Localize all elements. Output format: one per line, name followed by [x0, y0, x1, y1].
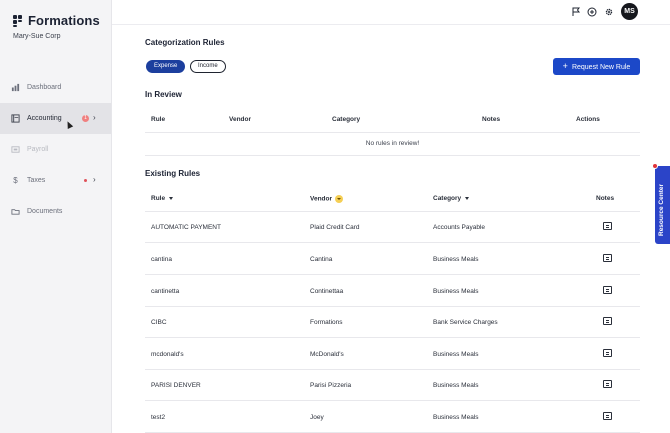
table-row[interactable]: mcdonald's McDonald's Business Meals [145, 339, 640, 370]
sidebar-item-label: Accounting [27, 115, 62, 122]
request-new-rule-label: Request New Rule [571, 64, 631, 71]
in-review-header: Rule Vendor Category Notes Actions [145, 116, 640, 126]
column-header: Notes [482, 116, 501, 123]
sidebar-item-label: Dashboard [27, 84, 62, 91]
column-header: Vendor [229, 116, 252, 123]
note-icon[interactable] [603, 286, 612, 294]
notification-dot [652, 163, 658, 169]
category-cell: Accounts Payable [433, 224, 486, 231]
sidebar-item-taxes[interactable]: $ Taxes › [0, 165, 111, 196]
table-row[interactable]: test2 Joey Business Meals [145, 402, 640, 433]
sidebar-nav: Dashboard Accounting 1 › Payroll $ Taxes… [0, 72, 111, 227]
sidebar-item-label: Payroll [27, 146, 49, 153]
sidebar: Formations Mary-Sue Corp Dashboard Accou… [0, 0, 112, 433]
column-header-notes: Notes [596, 195, 615, 202]
rule-cell: test2 [151, 414, 166, 421]
expense-filter-pill[interactable]: Expense [146, 60, 186, 73]
table-row[interactable]: AUTOMATIC PAYMENT Plaid Credit Card Acco… [145, 212, 640, 243]
gear-icon[interactable] [604, 7, 614, 17]
dollar-icon: $ [13, 176, 18, 185]
sort-arrow-icon [465, 196, 470, 200]
resource-center-label: Resource Center [658, 183, 665, 236]
ledger-icon [11, 114, 20, 123]
empty-state-text: No rules in review! [365, 140, 420, 147]
table-row[interactable]: cantinetta Continettaa Business Meals [145, 276, 640, 307]
rule-cell: CIBC [151, 319, 167, 326]
table-row[interactable]: CIBC Formations Bank Service Charges [145, 307, 640, 338]
table-row[interactable]: PARISI DENVER Parisi Pizzeria Business M… [145, 370, 640, 401]
note-icon[interactable] [603, 222, 612, 230]
chevron-right-icon: › [93, 175, 96, 184]
vendor-cell: Plaid Credit Card [310, 224, 360, 231]
column-header-category[interactable]: Category [433, 195, 470, 202]
rule-cell: mcdonald's [151, 351, 184, 358]
rule-cell: PARISI DENVER [151, 382, 201, 389]
alert-dot [84, 179, 87, 182]
chevron-right-icon: › [93, 113, 96, 122]
sidebar-item-dashboard[interactable]: Dashboard [0, 72, 111, 103]
plus-icon: + [562, 61, 568, 71]
column-header-vendor[interactable]: Vendor [310, 195, 344, 203]
vendor-cell: Continettaa [310, 288, 344, 295]
sidebar-item-label: Documents [27, 208, 63, 215]
category-cell: Business Meals [433, 382, 479, 389]
plus-circle-icon[interactable] [587, 7, 597, 17]
in-review-title: In Review [145, 90, 182, 99]
column-header-rule[interactable]: Rule [151, 195, 174, 202]
vendor-cell: McDonald's [310, 351, 344, 358]
categorization-title: Categorization Rules [145, 38, 225, 47]
note-icon[interactable] [603, 349, 612, 357]
logo[interactable]: Formations [13, 13, 100, 28]
existing-rules-title: Existing Rules [145, 169, 201, 178]
column-header: Rule [151, 116, 166, 123]
rule-cell: cantinetta [151, 288, 180, 295]
sidebar-item-accounting[interactable]: Accounting 1 › [0, 103, 111, 134]
divider [145, 155, 640, 156]
vendor-cell: Joey [310, 414, 324, 421]
note-icon[interactable] [603, 380, 612, 388]
vendor-cell: Parisi Pizzeria [310, 382, 352, 389]
existing-rules-header: Rule Vendor Category Notes [145, 195, 640, 205]
avatar[interactable]: MS [621, 3, 638, 20]
divider [145, 132, 640, 133]
payroll-icon [11, 146, 20, 153]
sidebar-item-documents[interactable]: Documents [0, 196, 111, 227]
note-icon[interactable] [603, 317, 612, 325]
vendor-cell: Cantina [310, 256, 333, 263]
logo-text: Formations [28, 13, 100, 28]
chart-icon [11, 83, 20, 92]
company-name: Mary-Sue Corp [13, 33, 61, 40]
note-icon[interactable] [603, 412, 612, 420]
category-cell: Business Meals [433, 351, 479, 358]
rule-cell: AUTOMATIC PAYMENT [151, 224, 221, 231]
column-header: Category [332, 116, 361, 123]
sidebar-item-payroll[interactable]: Payroll [0, 134, 111, 165]
resource-center-tab[interactable]: Resource Center [655, 166, 670, 244]
table-row[interactable]: cantina Cantina Business Meals [145, 244, 640, 275]
category-cell: Bank Service Charges [433, 319, 498, 326]
income-filter-pill[interactable]: Income [190, 60, 226, 73]
request-new-rule-button[interactable]: + Request New Rule [553, 58, 640, 75]
category-cell: Business Meals [433, 288, 479, 295]
sort-arrow-icon [169, 196, 174, 200]
rule-cell: cantina [151, 256, 172, 263]
sidebar-item-label: Taxes [27, 177, 46, 184]
category-cell: Business Meals [433, 256, 479, 263]
column-header: Actions [576, 116, 600, 123]
folder-icon [11, 209, 20, 215]
notification-badge: 1 [82, 115, 89, 122]
formations-logo-icon [13, 14, 24, 27]
vendor-cell: Formations [310, 319, 343, 326]
note-icon[interactable] [603, 254, 612, 262]
category-cell: Business Meals [433, 414, 479, 421]
flag-icon[interactable] [571, 7, 581, 17]
sort-active-icon [335, 195, 344, 203]
